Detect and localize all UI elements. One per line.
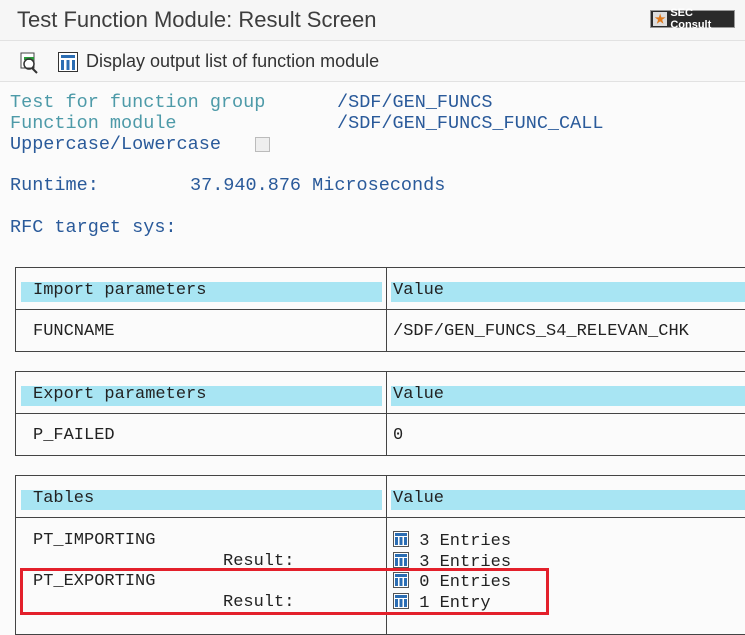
- list-icon[interactable]: [393, 531, 409, 547]
- function-group-value: /SDF/GEN_FUNCS: [337, 92, 493, 113]
- function-module-value: /SDF/GEN_FUNCS_FUNC_CALL: [337, 113, 604, 134]
- export-value-header: Value: [393, 385, 445, 404]
- case-checkbox[interactable]: [255, 137, 270, 152]
- tables-value-header: Value: [393, 489, 445, 508]
- import-parameters-table: Import parameters Value FUNCNAME /SDF/GE…: [15, 267, 745, 352]
- param-value[interactable]: /SDF/GEN_FUNCS_S4_RELEVAN_CHK: [393, 322, 689, 342]
- logo-text: SEC Consult: [670, 7, 712, 31]
- export-header: Export parameters: [33, 385, 207, 404]
- function-module-label: Function module: [10, 113, 177, 134]
- function-group-label: Test for function group: [10, 92, 266, 113]
- case-label: Uppercase/Lowercase: [10, 134, 221, 155]
- runtime-value: 37.940.876 Microseconds: [190, 175, 446, 196]
- export-parameters-table: Export parameters Value P_FAILED 0: [15, 371, 745, 456]
- entries-count: 3 Entries: [419, 532, 512, 551]
- title-bar: Test Function Module: Result Screen ★ SEC…: [0, 0, 745, 41]
- sec-consult-logo: ★ SEC Consult: [650, 7, 735, 31]
- param-name: P_FAILED: [33, 426, 115, 445]
- param-value[interactable]: 0: [393, 426, 403, 446]
- runtime-label: Runtime:: [10, 175, 99, 196]
- tables-header: Tables: [33, 489, 95, 508]
- window-title: Test Function Module: Result Screen: [17, 7, 377, 32]
- star-icon: ★: [653, 12, 668, 26]
- list-icon[interactable]: [393, 552, 409, 568]
- import-value-header: Value: [393, 281, 445, 300]
- import-header: Import parameters: [33, 281, 207, 300]
- highlight-box: [20, 568, 549, 615]
- table-name: PT_IMPORTING: [33, 531, 156, 550]
- param-name: FUNCNAME: [33, 322, 115, 341]
- inspect-icon[interactable]: [20, 52, 40, 74]
- toolbar: Display output list of function module: [0, 41, 745, 82]
- display-output-button[interactable]: Display output list of function module: [86, 51, 379, 72]
- list-icon[interactable]: [58, 52, 78, 72]
- table-value[interactable]: 3 Entries: [393, 531, 511, 552]
- rfc-target-label: RFC target sys:: [10, 217, 177, 238]
